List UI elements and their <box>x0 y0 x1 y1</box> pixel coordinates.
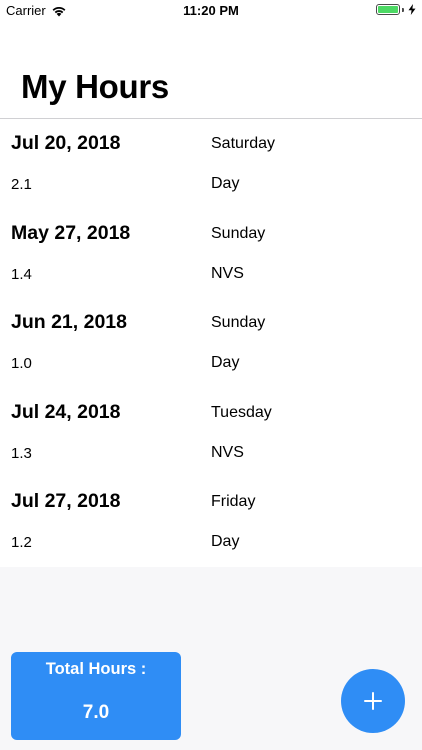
entry-hours: 1.0 <box>11 355 32 373</box>
battery-level-fill <box>378 6 398 13</box>
entry-date: Jul 27, 2018 <box>11 490 121 513</box>
entry-weekday: Saturday <box>211 135 276 152</box>
entry-hours: 1.3 <box>11 444 32 462</box>
total-hours-value: 7.0 <box>82 702 110 723</box>
entry-hours: 1.2 <box>11 534 32 552</box>
total-hours-label: Total Hours : <box>45 660 147 678</box>
status-bar: Carrier 11:20 PM <box>0 0 422 22</box>
total-hours-card: Total Hours : 7.0 <box>11 652 181 740</box>
entry-date: Jul 20, 2018 <box>11 132 121 154</box>
charging-bolt-icon <box>408 4 416 15</box>
entry-date: Jun 21, 2018 <box>11 311 127 334</box>
entry-date: Jul 24, 2018 <box>11 400 121 423</box>
status-time: 11:20 PM <box>183 3 239 18</box>
page-title: My Hours <box>21 68 169 105</box>
hours-entry-row[interactable]: Jun 21, 2018 Sunday 1.0 Day <box>0 298 422 388</box>
entry-weekday: Tuesday <box>211 403 272 421</box>
entry-hours: 2.1 <box>11 176 32 193</box>
hours-entry-row[interactable]: Jul 20, 2018 Saturday 2.1 Day <box>0 119 422 209</box>
battery-group <box>376 4 416 15</box>
entry-shift: Day <box>211 175 240 192</box>
entry-date: May 27, 2018 <box>11 221 131 244</box>
entry-shift: Day <box>211 354 240 372</box>
battery-icon <box>376 4 400 15</box>
entry-weekday: Friday <box>211 493 256 511</box>
battery-tip <box>402 7 404 12</box>
my-hours-screen: Carrier 11:20 PM My Hours Jul 20, 2018 S… <box>0 0 422 750</box>
hours-entry-row[interactable]: Jul 27, 2018 Friday 1.2 Day <box>0 477 422 567</box>
entry-weekday: Sunday <box>211 224 266 242</box>
hours-list[interactable]: Jul 20, 2018 Saturday 2.1 Day May 27, 20… <box>0 119 422 567</box>
entry-weekday: Sunday <box>211 314 266 332</box>
entry-shift: Day <box>211 533 240 551</box>
hours-entry-row[interactable]: Jul 24, 2018 Tuesday 1.3 NVS <box>0 388 422 478</box>
entry-hours: 1.4 <box>11 265 32 283</box>
plus-icon <box>364 692 382 710</box>
hours-entry-row[interactable]: May 27, 2018 Sunday 1.4 NVS <box>0 209 422 299</box>
entry-shift: NVS <box>211 264 244 282</box>
add-entry-button[interactable] <box>341 669 405 733</box>
entry-shift: NVS <box>211 443 244 461</box>
